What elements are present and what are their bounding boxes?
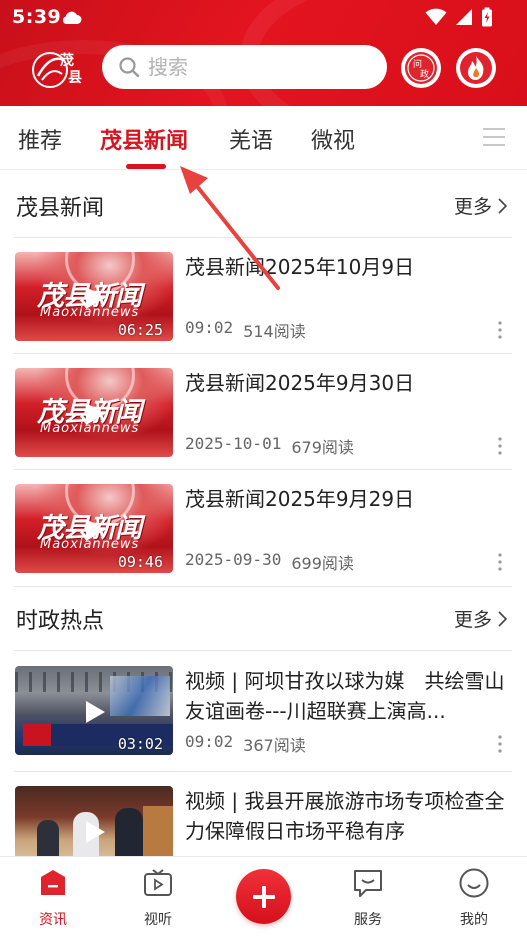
- more-options-icon[interactable]: [497, 320, 503, 340]
- menu-icon[interactable]: [482, 126, 506, 148]
- play-icon: [86, 701, 105, 723]
- video-thumbnail[interactable]: 03:02: [15, 666, 173, 755]
- more-label: 更多: [453, 196, 492, 218]
- ask-government-icon: 问 政: [405, 52, 437, 84]
- nav-label: 我的: [460, 912, 488, 928]
- nav-label: 视听: [144, 912, 172, 928]
- channel-tabs: 推荐 茂县新闻 羌语 微视: [0, 106, 527, 170]
- section-title: 茂县新闻: [16, 196, 105, 221]
- divider: [14, 650, 512, 651]
- svg-text:政: 政: [420, 68, 429, 80]
- plus-icon: [252, 885, 275, 908]
- chevron-right-icon: [498, 197, 507, 214]
- smile-icon: [459, 868, 489, 898]
- section-header: 时政热点 更多: [0, 584, 527, 650]
- app-header: 5:39 茂 县 搜索 问 政: [0, 0, 527, 106]
- battery-icon: [482, 7, 492, 27]
- cloud-icon: [62, 11, 82, 24]
- item-time: 09:02: [185, 732, 234, 751]
- item-meta: 09:02 367阅读: [185, 732, 306, 756]
- item-reads: 514阅读: [243, 322, 306, 341]
- play-icon: [86, 519, 105, 541]
- section-header: 茂县新闻 更多: [0, 171, 527, 237]
- item-title[interactable]: 茂县新闻2025年9月29日: [185, 484, 511, 514]
- video-thumbnail[interactable]: 茂县新闻 Maoxiannews 09:46: [15, 484, 173, 573]
- tab-recommend[interactable]: 推荐: [18, 123, 62, 155]
- logo-emblem-icon: 茂 县: [32, 52, 82, 88]
- hot-button[interactable]: [456, 48, 496, 88]
- video-thumbnail[interactable]: 茂县新闻 Maoxiannews 06:25: [15, 252, 173, 341]
- item-time: 2025-10-01: [185, 434, 282, 453]
- video-thumbnail[interactable]: 茂县新闻 Maoxiannews: [15, 368, 173, 457]
- item-time: 2025-09-30: [185, 550, 282, 569]
- more-label: 更多: [453, 609, 492, 631]
- search-bar[interactable]: [102, 45, 387, 89]
- news-icon: [41, 870, 65, 895]
- ask-government-button[interactable]: 问 政: [401, 48, 441, 88]
- tab-micro-video[interactable]: 微视: [311, 123, 355, 155]
- chat-icon: [354, 870, 382, 897]
- signal-icon: [456, 9, 472, 25]
- search-input[interactable]: [148, 55, 368, 79]
- status-bar: 5:39: [0, 0, 527, 36]
- fire-icon: [460, 52, 492, 84]
- tab-qiang-language[interactable]: 羌语: [229, 123, 273, 155]
- app-logo[interactable]: 茂 县: [30, 46, 86, 90]
- play-icon: [86, 403, 105, 425]
- item-title[interactable]: 视频 | 我县开展旅游市场专项检查全力保障假日市场平稳有序: [185, 786, 511, 846]
- item-reads: 367阅读: [243, 736, 306, 755]
- more-options-icon[interactable]: [497, 552, 503, 572]
- svg-text:茂: 茂: [60, 52, 74, 69]
- status-time: 5:39: [12, 6, 62, 28]
- add-button[interactable]: [236, 869, 291, 924]
- nav-audiovisual[interactable]: 视听: [118, 857, 198, 936]
- item-title[interactable]: 视频 | 阿坝甘孜以球为媒 共绘雪山友谊画卷---川超联赛上演高...: [185, 666, 511, 726]
- item-title[interactable]: 茂县新闻2025年10月9日: [185, 252, 511, 282]
- nav-label: 服务: [354, 912, 382, 928]
- svg-text:问: 问: [413, 58, 422, 70]
- more-options-icon[interactable]: [497, 734, 503, 754]
- play-icon: [86, 821, 105, 843]
- item-meta: 09:02 514阅读: [185, 318, 306, 342]
- news-item[interactable]: 茂县新闻 Maoxiannews 茂县新闻2025年9月30日 2025-10-…: [0, 354, 527, 470]
- nav-label: 资讯: [39, 912, 67, 928]
- active-tab-indicator: [126, 164, 166, 169]
- play-icon: [86, 287, 105, 309]
- item-time: 09:02: [185, 318, 234, 337]
- svg-text:县: 县: [68, 70, 82, 86]
- item-meta: 2025-10-01 679阅读: [185, 434, 354, 458]
- chevron-right-icon: [498, 610, 507, 627]
- search-icon: [119, 57, 140, 78]
- section-title: 时政热点: [16, 609, 105, 634]
- video-duration: 06:25: [117, 321, 163, 339]
- news-item[interactable]: 03:02 视频 | 阿坝甘孜以球为媒 共绘雪山友谊画卷---川超联赛上演高..…: [0, 652, 527, 768]
- nav-services[interactable]: 服务: [328, 857, 408, 936]
- video-duration: 09:46: [117, 553, 163, 571]
- nav-news[interactable]: 资讯: [13, 857, 93, 936]
- video-duration: 03:02: [117, 735, 163, 753]
- bottom-navigation: 资讯 视听 服务 我的: [0, 856, 527, 936]
- more-link[interactable]: 更多: [454, 605, 507, 632]
- tv-icon: [144, 869, 172, 896]
- tab-maoxian-news[interactable]: 茂县新闻: [100, 123, 188, 155]
- item-meta: 2025-09-30 699阅读: [185, 550, 354, 574]
- more-options-icon[interactable]: [497, 436, 503, 456]
- item-reads: 699阅读: [291, 554, 354, 573]
- more-link[interactable]: 更多: [454, 192, 507, 219]
- nav-me[interactable]: 我的: [434, 857, 514, 936]
- news-item[interactable]: 茂县新闻 Maoxiannews 06:25 茂县新闻2025年10月9日 09…: [0, 238, 527, 354]
- news-item[interactable]: 茂县新闻 Maoxiannews 09:46 茂县新闻2025年9月29日 20…: [0, 470, 527, 586]
- wifi-icon: [425, 8, 447, 25]
- item-reads: 679阅读: [291, 438, 354, 457]
- item-title[interactable]: 茂县新闻2025年9月30日: [185, 368, 511, 398]
